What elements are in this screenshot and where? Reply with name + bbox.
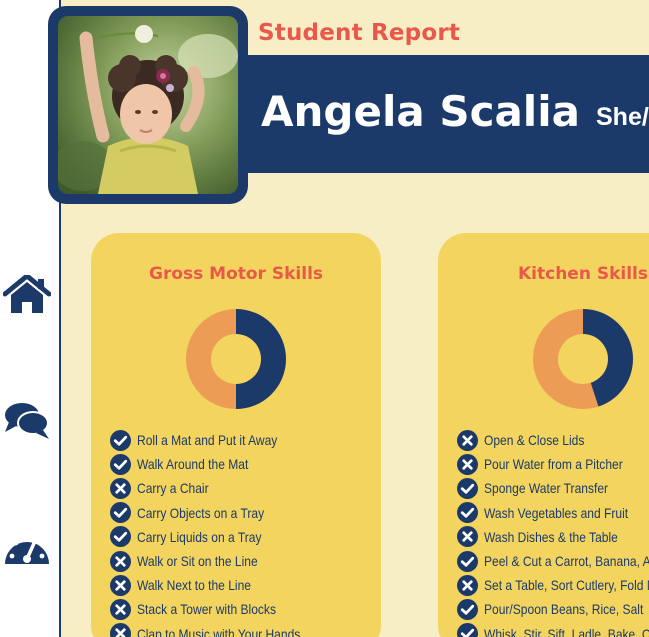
skill-label: Peel & Cut a Carrot, Banana, A <box>484 553 649 570</box>
comments-icon[interactable] <box>3 400 51 440</box>
skill-label: Roll a Mat and Put it Away <box>137 432 278 449</box>
check-circle-icon <box>457 598 478 620</box>
x-circle-icon <box>457 429 478 451</box>
skill-list: Open & Close Lids Pour Water from a Pitch… <box>457 428 649 637</box>
skill-item: Peel & Cut a Carrot, Banana, A <box>457 549 649 573</box>
skill-item: Set a Table, Sort Cutlery, Fold N <box>457 573 649 597</box>
check-circle-icon <box>457 550 478 572</box>
skill-item: Roll a Mat and Put it Away <box>110 428 327 452</box>
skill-label: Set a Table, Sort Cutlery, Fold N <box>484 577 649 594</box>
skill-label: Walk Around the Mat <box>137 456 249 473</box>
check-circle-icon <box>457 502 478 524</box>
check-circle-icon <box>457 623 478 637</box>
skill-label: Whisk, Stir, Sift, Ladle, Bake, C <box>484 625 649 637</box>
skill-label: Carry Objects on a Tray <box>137 504 265 521</box>
skill-item: Clap to Music with Your Hands <box>110 622 327 637</box>
x-circle-icon <box>110 477 131 499</box>
progress-donut <box>533 309 633 409</box>
report-label: Student Report <box>258 20 461 46</box>
student-photo <box>58 16 238 194</box>
card-title: Kitchen Skills <box>517 264 648 284</box>
donut-hole <box>211 334 261 384</box>
pronouns: She/ <box>596 103 649 131</box>
skill-item: Sponge Water Transfer <box>457 476 649 500</box>
x-circle-icon <box>110 623 131 637</box>
card-title: Gross Motor Skills <box>148 264 324 284</box>
skill-item: Pour Water from a Pitcher <box>457 452 649 476</box>
skill-item: Stack a Tower with Blocks <box>110 597 327 621</box>
skill-item: Walk or Sit on the Line <box>110 549 327 573</box>
skill-label: Wash Vegetables and Fruit <box>484 504 629 521</box>
skill-item: Open & Close Lids <box>457 428 649 452</box>
skill-item: Walk Next to the Line <box>110 573 327 597</box>
x-circle-icon <box>457 453 478 475</box>
skill-label: Pour/Spoon Beans, Rice, Salt <box>484 601 644 618</box>
skill-label: Sponge Water Transfer <box>484 480 609 497</box>
x-circle-icon <box>110 574 131 596</box>
skill-item: Pour/Spoon Beans, Rice, Salt <box>457 597 649 621</box>
x-circle-icon <box>110 550 131 572</box>
skill-label: Stack a Tower with Blocks <box>137 601 276 618</box>
skill-label: Wash Dishes & the Table <box>484 528 618 545</box>
skill-list: Roll a Mat and Put it Away Walk Around th… <box>110 428 327 637</box>
check-circle-icon <box>457 477 478 499</box>
skill-item: Carry a Chair <box>110 476 327 500</box>
student-photo-frame <box>48 6 248 204</box>
home-icon[interactable] <box>2 273 52 315</box>
name-banner: Angela Scalia She/ <box>247 55 649 173</box>
skill-item: Wash Dishes & the Table <box>457 525 649 549</box>
check-circle-icon <box>110 502 131 524</box>
skill-item: Wash Vegetables and Fruit <box>457 501 649 525</box>
skill-item: Carry Liquids on a Tray <box>110 525 327 549</box>
check-circle-icon <box>110 429 131 451</box>
skill-label: Walk Next to the Line <box>137 577 251 594</box>
skill-item: Carry Objects on a Tray <box>110 501 327 525</box>
skill-label: Clap to Music with Your Hands <box>137 625 301 637</box>
x-circle-icon <box>457 526 478 548</box>
skill-item: Whisk, Stir, Sift, Ladle, Bake, C <box>457 622 649 637</box>
skill-label: Carry Liquids on a Tray <box>137 528 262 545</box>
check-circle-icon <box>110 526 131 548</box>
card-kitchen-skills: Kitchen Skills Open & Close Lids Pour Wat… <box>438 233 649 637</box>
skill-label: Carry a Chair <box>137 480 209 497</box>
skill-label: Open & Close Lids <box>484 432 585 449</box>
card-gross-motor-skills: Gross Motor Skills Roll a Mat and Put it… <box>91 233 381 637</box>
skill-item: Walk Around the Mat <box>110 452 327 476</box>
dashboard-gauge-icon[interactable] <box>3 526 51 566</box>
skill-label: Pour Water from a Pitcher <box>484 456 623 473</box>
donut-hole <box>558 334 608 384</box>
x-circle-icon <box>110 598 131 620</box>
progress-donut <box>186 309 286 409</box>
skill-label: Walk or Sit on the Line <box>137 553 258 570</box>
check-circle-icon <box>110 453 131 475</box>
x-circle-icon <box>457 574 478 596</box>
student-name: Angela Scalia <box>261 87 580 136</box>
